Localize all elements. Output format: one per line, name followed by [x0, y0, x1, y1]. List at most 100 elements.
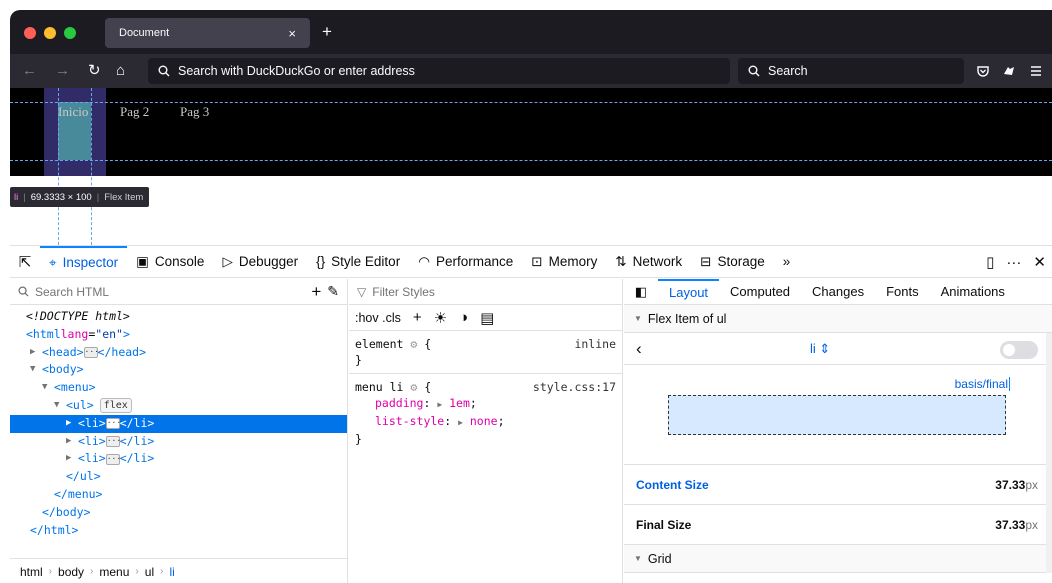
collapsed-ellipsis-icon[interactable]: ··· [105, 435, 121, 447]
expand-arrow-icon[interactable]: ▶ [66, 415, 78, 433]
filter-styles-bar[interactable]: ▽ Filter Styles [349, 279, 622, 305]
tree-node-doctype[interactable]: <!DOCTYPE html> [10, 308, 347, 326]
close-tab-icon[interactable]: × [288, 26, 296, 41]
tree-node-li[interactable]: ▶ <li> ··· </li> [10, 433, 347, 451]
tab-inspector[interactable]: ⌖ Inspector [40, 245, 128, 278]
tab-network[interactable]: ⇅ Network [606, 246, 691, 278]
element-picker-icon[interactable]: ⇱ [10, 253, 40, 271]
breadcrumb-item-body[interactable]: body [58, 565, 84, 579]
pocket-icon[interactable] [976, 64, 990, 78]
grid-section-header[interactable]: ▼ Grid [624, 545, 1052, 573]
flex-item-sizing-diagram: basis/final [624, 365, 1052, 465]
toggle-panel-icon[interactable]: ◧ [624, 284, 658, 300]
tree-node-body[interactable]: ▼ <body> [10, 361, 347, 379]
flex-item-section-header[interactable]: ▼ Flex Item of ul [624, 305, 1052, 333]
tab-fonts[interactable]: Fonts [875, 279, 930, 305]
expand-arrow-icon[interactable]: ▶ [458, 418, 463, 427]
collapse-arrow-icon[interactable]: ▼ [54, 397, 66, 415]
breadcrumb-item-ul[interactable]: ul [145, 565, 154, 579]
breadcrumb-item-menu[interactable]: menu [99, 565, 129, 579]
forward-arrow-icon[interactable]: → [55, 62, 70, 80]
collapsed-ellipsis-icon[interactable]: ··· [83, 346, 99, 358]
gear-icon[interactable]: ⚙ [410, 337, 417, 351]
flex-badge[interactable]: flex [99, 398, 132, 414]
back-chevron-icon[interactable]: ‹ [636, 339, 642, 359]
tab-debugger[interactable]: ▷ Debugger [213, 246, 307, 278]
search-html-bar[interactable]: Search HTML + ✎ [10, 279, 347, 305]
rule-source-stylesheet[interactable]: style.css:17 [533, 379, 616, 395]
tab-memory[interactable]: ⊡ Memory [522, 246, 606, 278]
collapsed-ellipsis-icon[interactable]: ··· [105, 453, 121, 465]
expand-arrow-icon[interactable]: ▶ [30, 344, 42, 362]
page-menu-item-pag3[interactable]: Pag 3 [180, 104, 209, 120]
expand-arrow-icon[interactable]: ▶ [66, 433, 78, 451]
css-property-padding[interactable]: padding: ▶ 1em; [355, 395, 616, 413]
style-editor-icon: {} [316, 254, 326, 269]
tab-animations[interactable]: Animations [930, 279, 1016, 305]
content-size-label: Content Size [636, 477, 709, 492]
reload-icon[interactable]: ↻ [88, 62, 101, 80]
home-icon[interactable]: ⌂ [116, 62, 125, 80]
collapse-arrow-icon[interactable]: ▼ [30, 361, 42, 379]
dock-side-icon[interactable]: ▯ [986, 253, 994, 271]
tab-computed[interactable]: Computed [719, 279, 801, 305]
light-theme-icon[interactable]: ☀ [434, 309, 447, 327]
memory-icon: ⊡ [531, 253, 543, 269]
collapsed-ellipsis-icon[interactable]: ··· [105, 418, 121, 430]
tree-node-head[interactable]: ▶ <head> ··· </head> [10, 344, 347, 362]
tab-console[interactable]: ▣ Console [127, 246, 213, 278]
gear-icon[interactable]: ⚙ [410, 380, 417, 394]
flex-highlight-toggle[interactable] [1000, 341, 1038, 359]
more-options-icon[interactable]: ··· [1006, 254, 1021, 271]
page-menu-item-inicio[interactable]: Inicio [58, 104, 88, 120]
close-window-button[interactable] [24, 27, 36, 39]
tree-node-ul[interactable]: ▼ <ul> flex [10, 397, 347, 415]
css-property-list-style[interactable]: list-style: ▶ none; [355, 413, 616, 431]
search-placeholder: Search [768, 64, 808, 78]
eyedropper-icon[interactable]: ✎ [327, 283, 339, 300]
extensions-icon[interactable] [1002, 64, 1016, 78]
hamburger-menu-icon[interactable] [1030, 65, 1042, 77]
back-arrow-icon[interactable]: ← [22, 62, 37, 80]
breadcrumb-item-li[interactable]: li [169, 565, 174, 579]
add-rule-icon[interactable]: + [413, 309, 422, 326]
tab-changes[interactable]: Changes [801, 279, 875, 305]
navigation-toolbar: ← → ↻ ⌂ Search with DuckDuckGo or enter … [10, 54, 1052, 88]
rule-selector[interactable]: menu li [355, 380, 403, 394]
search-html-placeholder: Search HTML [35, 284, 110, 299]
tree-node-menu-close[interactable]: </menu> [10, 486, 347, 504]
breadcrumb-item-html[interactable]: html [20, 565, 43, 579]
tab-layout[interactable]: Layout [658, 278, 720, 305]
tab-storage[interactable]: ⊟ Storage [691, 246, 774, 278]
tree-node-ul-close[interactable]: </ul> [10, 468, 347, 486]
flex-item-selector[interactable]: li ⇕ [810, 341, 830, 357]
page-menu-item-pag2[interactable]: Pag 2 [120, 104, 149, 120]
tab-style-editor[interactable]: {} Style Editor [307, 246, 409, 278]
tree-node-menu[interactable]: ▼ <menu> [10, 379, 347, 397]
search-icon [748, 65, 760, 77]
close-devtools-icon[interactable]: ✕ [1033, 253, 1046, 271]
collapse-arrow-icon: ▼ [634, 314, 642, 323]
add-node-icon[interactable]: + [311, 282, 321, 302]
page-viewport: Inicio Pag 2 Pag 3 li | 69.3333 × 100 | … [10, 88, 1052, 245]
tree-node-body-close[interactable]: </body> [10, 504, 347, 522]
expand-arrow-icon[interactable]: ▶ [66, 450, 78, 468]
new-tab-button[interactable]: + [322, 22, 332, 42]
collapse-arrow-icon[interactable]: ▼ [42, 379, 54, 397]
tree-node-li-selected[interactable]: ▶ <li> ··· </li> [10, 414, 347, 433]
hov-cls-toggle[interactable]: :hov .cls [355, 311, 401, 325]
browser-tab[interactable]: Document × [105, 18, 310, 48]
maximize-window-button[interactable] [64, 27, 76, 39]
dark-theme-icon[interactable]: ◑ [459, 309, 468, 326]
tabs-overflow-button[interactable]: » [774, 246, 800, 278]
tree-node-li[interactable]: ▶ <li> ··· </li> [10, 450, 347, 468]
tree-node-html-close[interactable]: </html> [10, 522, 347, 540]
print-media-icon[interactable]: ▤ [480, 309, 494, 327]
search-bar[interactable]: Search [738, 58, 964, 84]
address-bar[interactable]: Search with DuckDuckGo or enter address [148, 58, 730, 84]
minimize-window-button[interactable] [44, 27, 56, 39]
sidebar-scrollbar[interactable] [1046, 333, 1052, 573]
tree-node-html[interactable]: <html lang = "en" > [10, 326, 347, 344]
expand-arrow-icon[interactable]: ▶ [437, 400, 442, 409]
tab-performance[interactable]: ◠ Performance [409, 246, 522, 278]
